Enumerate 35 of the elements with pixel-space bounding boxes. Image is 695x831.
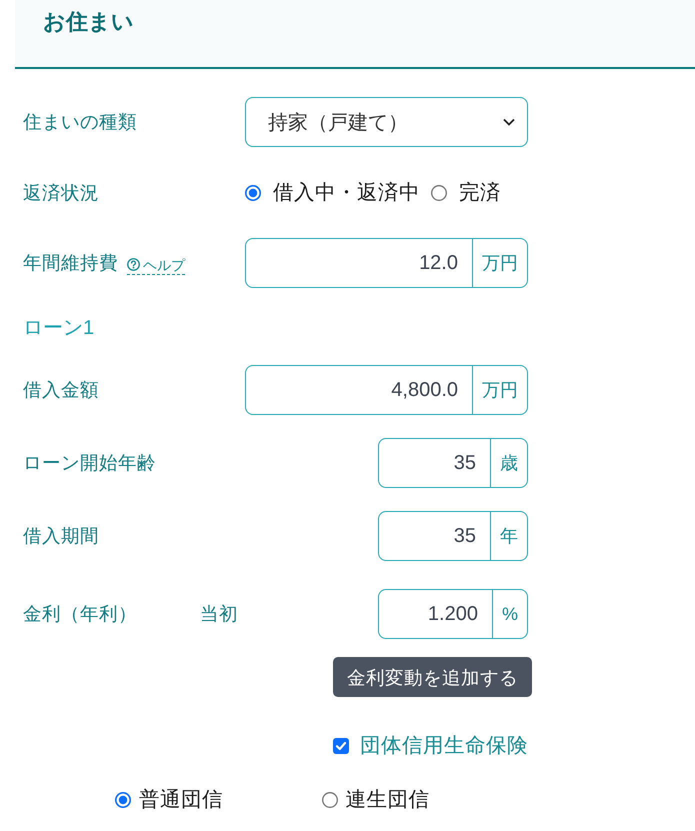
dropdown[interactable]: 持家（戸建て） xyxy=(245,97,528,147)
field-label: 借入金額 xyxy=(23,378,99,402)
unit-label: 歳 xyxy=(491,438,528,488)
add-rate-change-button[interactable]: 金利変動を追加する xyxy=(333,657,532,697)
field-label: 金利（年利） xyxy=(23,602,138,626)
number-input[interactable]: 12.0 xyxy=(245,238,473,288)
radio-button[interactable] xyxy=(431,185,447,201)
loan-heading: ローン1 xyxy=(23,316,94,341)
number-input[interactable]: 4,800.0 xyxy=(245,365,473,415)
help-icon xyxy=(127,258,140,271)
unit-label: % xyxy=(492,589,528,639)
radio-button[interactable] xyxy=(115,792,131,808)
field-label: 返済状況 xyxy=(23,181,99,205)
radio-label[interactable]: 借入中・返済中 xyxy=(273,179,420,207)
radio-label[interactable]: 普通団信 xyxy=(139,786,223,814)
unit-label: 年 xyxy=(491,511,528,561)
help-link[interactable]: ヘルプ xyxy=(127,256,185,274)
radio-label[interactable]: 連生団信 xyxy=(346,786,430,814)
unit-label: 万円 xyxy=(473,365,528,415)
field-sublabel: 当初 xyxy=(200,602,238,626)
field-label: ローン開始年齢 xyxy=(23,451,156,475)
radio-label[interactable]: 完済 xyxy=(459,179,501,207)
unit-label: 万円 xyxy=(473,238,528,288)
radio-button[interactable] xyxy=(322,792,338,808)
number-input[interactable]: 35 xyxy=(378,438,491,488)
chevron-down-icon xyxy=(503,118,515,126)
radio-button[interactable] xyxy=(245,185,261,201)
field-label: 年間維持費 xyxy=(23,251,118,275)
field-label: 借入期間 xyxy=(23,524,99,548)
checkbox[interactable] xyxy=(333,738,349,754)
number-input[interactable]: 35 xyxy=(378,511,491,561)
number-input[interactable]: 1.200 xyxy=(378,589,493,639)
field-label: 住まいの種類 xyxy=(23,110,137,134)
section-title: お住まい xyxy=(42,8,134,36)
checkbox-label[interactable]: 団体信用生命保険 xyxy=(360,732,528,760)
